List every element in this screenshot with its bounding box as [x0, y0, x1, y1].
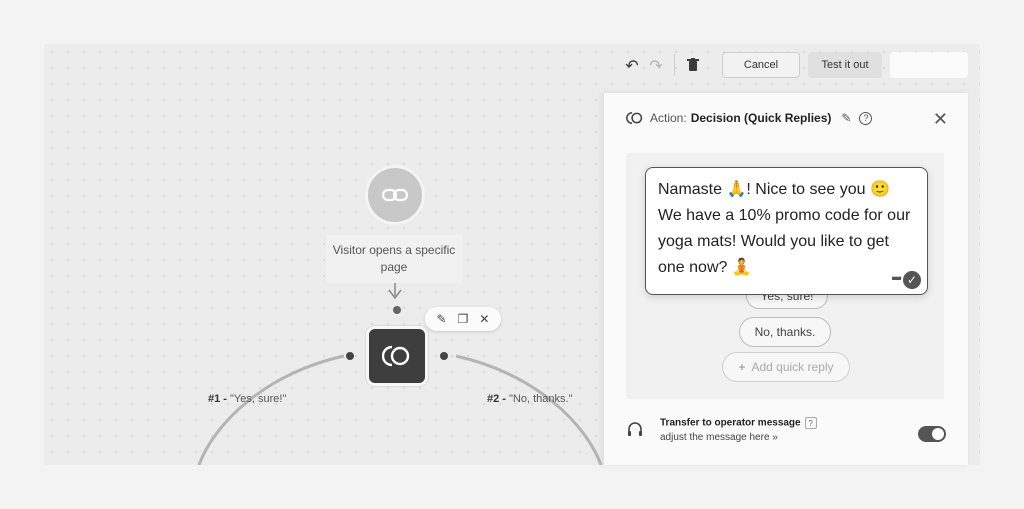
branch-text: "No, thanks." [509, 393, 573, 405]
plus-icon: + [738, 360, 746, 374]
action-title: Decision (Quick Replies) [690, 111, 832, 125]
branch-number: #1 - [208, 393, 227, 405]
transfer-title-text: Transfer to operator message [660, 417, 801, 429]
action-input-port [393, 306, 401, 314]
trigger-label: Visitor opens a specific page [326, 235, 462, 283]
transfer-title: Transfer to operator message? [660, 417, 817, 429]
duplicate-icon[interactable]: ❐ [458, 312, 469, 326]
node-toolbar: ✎ ❐ ✕ [425, 307, 501, 331]
test-it-out-button[interactable]: Test it out [808, 52, 882, 78]
branch-label-2: #2 - "No, thanks." [487, 393, 572, 405]
branch-arc-left [197, 354, 345, 465]
undo-icon[interactable]: ↶ [620, 53, 644, 77]
branch-text: "Yes, sure!" [230, 393, 287, 405]
close-icon[interactable]: ✕ [479, 312, 489, 326]
output-port-right [440, 352, 448, 360]
link-icon [382, 188, 408, 202]
decision-logo-icon [626, 111, 643, 125]
transfer-toggle[interactable] [918, 426, 946, 442]
editor-toolbar: ↶ ↷ [620, 50, 705, 80]
trash-icon[interactable] [681, 53, 705, 77]
cancel-button[interactable]: Cancel [722, 52, 800, 78]
transfer-to-operator-row: Transfer to operator message? adjust the… [626, 417, 946, 447]
output-port-left [346, 352, 354, 360]
decision-action-node[interactable] [366, 326, 428, 386]
trigger-node[interactable] [365, 165, 425, 225]
branch-arc-right [455, 354, 603, 465]
help-icon[interactable]: ? [804, 417, 817, 429]
add-quick-reply-button[interactable]: + Add quick reply [722, 352, 850, 382]
decision-logo-icon [382, 345, 410, 367]
transfer-subtitle[interactable]: adjust the message here » [660, 432, 778, 443]
panel-header: Action: Decision (Quick Replies) ✎ ? [626, 111, 873, 125]
quick-reply-no[interactable]: No, thanks. [739, 317, 831, 347]
add-quick-reply-label: Add quick reply [751, 360, 834, 374]
operator-headset-icon [628, 422, 642, 436]
edit-icon[interactable]: ✎ [437, 312, 447, 326]
save-button[interactable] [890, 52, 968, 78]
close-icon[interactable]: ✕ [933, 109, 948, 130]
help-icon[interactable]: ? [859, 111, 873, 125]
message-text[interactable]: Namaste 🙏! Nice to see you 🙂 We have a 1… [658, 177, 915, 281]
checkmark-icon[interactable]: ✓ [901, 269, 923, 291]
branch-label-1: #1 - "Yes, sure!" [208, 393, 286, 405]
action-label: Action: [650, 111, 687, 125]
pencil-icon[interactable]: ✎ [841, 111, 851, 125]
redo-icon[interactable]: ↷ [644, 53, 668, 77]
toolbar-divider [674, 54, 675, 76]
message-editor[interactable]: Namaste 🙏! Nice to see you 🙂 We have a 1… [645, 167, 928, 295]
branch-number: #2 - [487, 393, 506, 405]
